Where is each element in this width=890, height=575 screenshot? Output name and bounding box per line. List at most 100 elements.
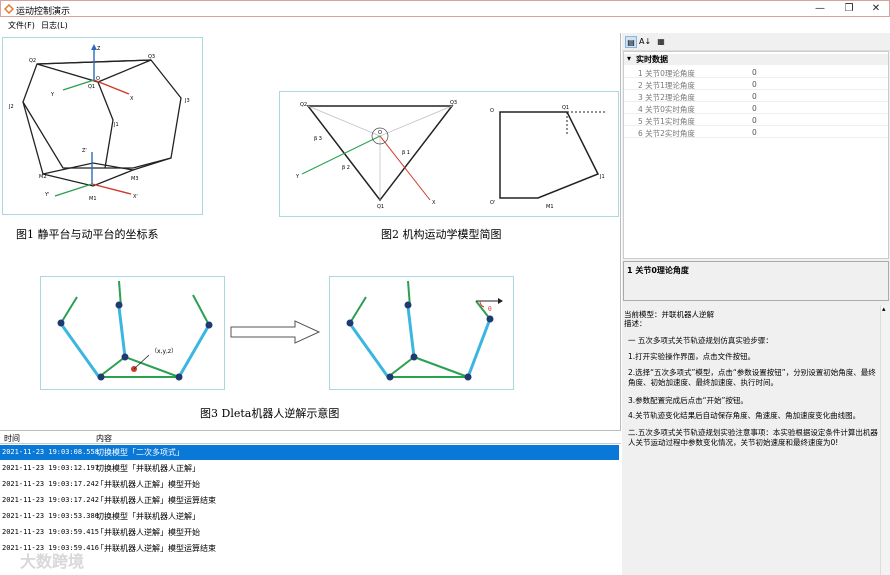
property-pages-icon[interactable]: ▦ — [655, 36, 667, 48]
fig2-label-y: Y — [295, 174, 300, 180]
figure-1: Z Q2 Q3 O Q1 Y X J2 J3 J1 Z' M2 M3 Y' X'… — [2, 37, 203, 215]
notes-section-1: 一 五次多项式关节轨迹规划仿真实验步骤： — [628, 336, 773, 345]
fig2-label-b2: β 2 — [342, 165, 350, 171]
log-row-time: 2021-11-23 19:03:12.197 — [2, 464, 99, 472]
menu-bar: 文件(F) 日志(L) — [0, 17, 890, 33]
fig2-label-j1: J1 — [599, 174, 605, 180]
fig1-label-q2: Q2 — [29, 58, 36, 64]
log-row-time: 2021-11-23 19:03:53.380 — [2, 512, 99, 520]
property-value: 0 — [752, 92, 757, 101]
arrow-icon — [230, 320, 321, 344]
notes-scrollbar[interactable]: ▴ — [880, 305, 890, 575]
fig1-label-j2: J2 — [8, 104, 14, 110]
fig1-label-z: Z — [97, 46, 101, 52]
minimize-button[interactable]: — — [805, 1, 835, 17]
fig2-label-o2: O' — [490, 200, 495, 206]
collapse-icon[interactable]: ▾ — [627, 54, 631, 63]
property-row[interactable]: 5 关节1实时角度 0 — [624, 114, 888, 126]
fig1-label-q1: Q1 — [88, 84, 95, 90]
fig2-label-m1: M1 — [546, 204, 554, 210]
fig1-label-x: X — [130, 96, 134, 102]
notes-step-4: 4.关节轨迹变化结果后自动保存角度、角速度、角加速度变化曲线图。 — [628, 411, 861, 420]
figure-1-drawing: Z Q2 Q3 O Q1 Y X J2 J3 J1 Z' M2 M3 Y' X'… — [8, 44, 190, 202]
right-panel: ▤ A↓ ▦ ▾ 实时数据 1 关节0理论角度 0 2 关节1理论角度 0 3 … — [622, 33, 890, 575]
fig1-label-x2: X' — [133, 194, 138, 200]
menu-file[interactable]: 文件(F) — [8, 20, 35, 31]
log-row[interactable]: 2021-11-23 19:03:59.415 「并联机器人逆解」模型开始 — [0, 525, 619, 540]
notes-section-2: 二.五次多项式关节轨迹规划实验注意事项：本实验根据设定条件计算出机器人关节运动过… — [628, 428, 878, 447]
log-row-time: 2021-11-23 19:03:17.242 — [2, 496, 99, 504]
property-value: 0 — [752, 68, 757, 77]
fig2-label-q1: Q1 — [377, 204, 384, 210]
model-notes: 当前模型：并联机器人逆解 描述： 一 五次多项式关节轨迹规划仿真实验步骤： 1.… — [622, 305, 880, 575]
fig2-label-q2: Q2 — [300, 102, 307, 108]
log-row[interactable]: 2021-11-23 19:03:08.558 切换模型「二次多项式」 — [0, 445, 619, 460]
property-value: 0 — [752, 104, 757, 113]
property-description-title: 1 关节0理论角度 — [627, 266, 689, 275]
figure-3-caption: 图3 Dleta机器人逆解示意图 — [200, 407, 340, 420]
maximize-icon: ❐ — [844, 3, 854, 14]
notes-step-2: 2.选择“五次多项式”模型，点击“参数设置按钮”，分别设置初始角度、最终角度、初… — [628, 368, 876, 387]
fig1-label-y2: Y' — [44, 192, 49, 198]
figure-3-left-drawing: （x,y,z） — [57, 280, 213, 381]
minimize-icon: — — [815, 3, 825, 14]
app-logo-icon — [4, 4, 14, 14]
log-row-content: 切换模型「并联机器人正解」 — [96, 464, 200, 473]
log-row[interactable]: 2021-11-23 19:03:12.197 切换模型「并联机器人正解」 — [0, 461, 619, 476]
categorized-icon[interactable]: ▤ — [625, 36, 637, 48]
property-row[interactable]: 3 关节2理论角度 0 — [624, 90, 888, 102]
figure-3-left: （x,y,z） — [40, 276, 225, 390]
log-table: 时间 内容 2021-11-23 19:03:08.558 切换模型「二次多项式… — [0, 430, 621, 575]
property-description: 1 关节0理论角度 — [623, 261, 889, 301]
fig1-label-m3: M3 — [131, 176, 139, 182]
fig2-label-o: O — [378, 130, 382, 136]
property-row[interactable]: 2 关节1理论角度 0 — [624, 78, 888, 90]
figure-2: Q2 Q3 β 3 O β 1 β 2 Y Q1 X O Q1 J1 O' M1 — [279, 91, 619, 217]
property-row[interactable]: 6 关节2实时角度 0 — [624, 126, 888, 138]
log-column-time[interactable]: 时间 — [4, 433, 20, 444]
fig2-label-q3: Q3 — [450, 100, 457, 106]
figure-1-caption: 图1 静平台与动平台的坐标系 — [16, 228, 159, 241]
fig1-label-m2: M2 — [39, 174, 47, 180]
fig1-label-j1: J1 — [113, 122, 119, 128]
fig3-theta-label: θ — [488, 306, 492, 313]
log-column-content[interactable]: 内容 — [96, 433, 112, 444]
property-value: 0 — [752, 116, 757, 125]
fig1-label-j3: J3 — [184, 98, 190, 104]
fig2-label-x: X — [432, 200, 436, 206]
fig2-label-b1: β 1 — [402, 150, 410, 156]
fig3-point-label: （x,y,z） — [151, 348, 177, 355]
fig2-label-q1-right: Q1 — [562, 105, 569, 111]
log-row[interactable]: 2021-11-23 19:03:17.242 「并联机器人正解」模型运算结束 — [0, 493, 619, 508]
log-row-content: 切换模型「并联机器人逆解」 — [96, 512, 200, 521]
window-title: 运动控制演示 — [16, 7, 71, 17]
fig1-label-o: O — [96, 76, 100, 82]
notes-step-3: 3.参数配置完成后点击“开始”按钮。 — [628, 396, 748, 405]
property-category[interactable]: ▾ 实时数据 — [624, 54, 888, 65]
property-grid-toolbar: ▤ A↓ ▦ — [622, 33, 890, 51]
log-row[interactable]: 2021-11-23 19:03:59.416 「并联机器人逆解」模型运算结束 — [0, 541, 619, 556]
property-row[interactable]: 1 关节0理论角度 0 — [624, 66, 888, 78]
log-row-content: 「并联机器人逆解」模型开始 — [96, 528, 200, 537]
alphabetical-icon[interactable]: A↓ — [639, 36, 651, 48]
close-icon: ✕ — [871, 3, 881, 14]
menu-log[interactable]: 日志(L) — [41, 20, 68, 31]
title-bar: 运动控制演示 — ❐ ✕ — [0, 0, 890, 17]
log-row-content: 「并联机器人正解」模型运算结束 — [96, 496, 216, 505]
fig2-label-o-right: O — [490, 108, 494, 114]
log-row-content: 切换模型「二次多项式」 — [96, 448, 184, 457]
log-row[interactable]: 2021-11-23 19:03:53.380 切换模型「并联机器人逆解」 — [0, 509, 619, 524]
log-table-header: 时间 内容 — [0, 432, 621, 444]
property-grid: ▾ 实时数据 1 关节0理论角度 0 2 关节1理论角度 0 3 关节2理论角度… — [623, 51, 889, 259]
property-value: 0 — [752, 128, 757, 137]
figure-3-right: θ — [329, 276, 514, 390]
figure-2-caption: 图2 机构运动学模型简图 — [381, 228, 502, 241]
log-row-content: 「并联机器人正解」模型开始 — [96, 480, 200, 489]
maximize-button[interactable]: ❐ — [834, 1, 864, 17]
property-value: 0 — [752, 80, 757, 89]
close-button[interactable]: ✕ — [861, 1, 890, 17]
watermark: 大数跨境 — [20, 552, 85, 571]
log-row[interactable]: 2021-11-23 19:03:17.242 「并联机器人正解」模型开始 — [0, 477, 619, 492]
property-row[interactable]: 4 关节0实时角度 0 — [624, 102, 888, 114]
scroll-up-icon[interactable]: ▴ — [882, 305, 886, 313]
